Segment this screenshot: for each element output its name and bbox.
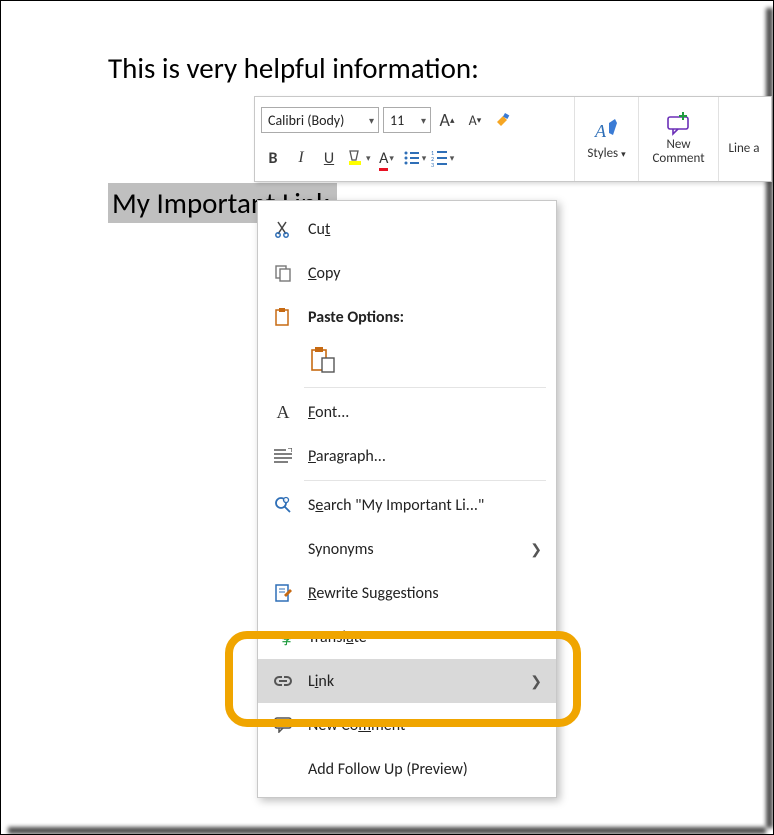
bold-button[interactable]: B (261, 144, 285, 172)
search-icon: i (272, 496, 294, 514)
link-icon (272, 674, 294, 688)
styles-button[interactable]: A Styles ▾ (575, 97, 639, 181)
numbering-button[interactable]: 123▾ (431, 144, 455, 172)
cut-icon (272, 220, 294, 238)
menu-search[interactable]: i Search "My Important Li..." (258, 483, 556, 527)
italic-button[interactable]: I (289, 144, 313, 172)
new-comment-button[interactable]: NewComment (639, 97, 719, 181)
font-name-select[interactable]: Calibri (Body) ▾ (261, 107, 379, 133)
menu-synonyms[interactable]: Synonyms ❯ (258, 527, 556, 571)
chevron-down-icon: ▾ (421, 114, 426, 127)
comment-icon (665, 112, 693, 136)
format-painter-button[interactable] (491, 106, 515, 134)
paste-keep-source-button[interactable] (306, 343, 340, 377)
menu-copy[interactable]: Copy (258, 251, 556, 295)
menu-copy-label: Copy (308, 264, 341, 283)
paste-options-row (258, 339, 556, 385)
paste-icon (272, 307, 294, 327)
menu-translate-label: Translate (308, 628, 367, 647)
svg-text:字: 字 (282, 635, 291, 646)
font-size-select[interactable]: 11 ▾ (383, 107, 431, 133)
underline-button[interactable]: U (317, 144, 341, 172)
increase-font-button[interactable]: A▴ (435, 106, 459, 134)
styles-icon: A (593, 117, 621, 145)
rewrite-icon (272, 583, 294, 603)
chevron-right-icon: ❯ (530, 541, 542, 558)
font-icon: A (272, 402, 294, 423)
styles-label: Styles (587, 146, 618, 161)
line-a-label: Line a (729, 122, 760, 156)
comment-icon (272, 717, 294, 733)
menu-follow-up-label: Add Follow Up (Preview) (308, 760, 468, 779)
line-action-button[interactable]: Line a (719, 97, 769, 181)
svg-text:3: 3 (431, 161, 434, 167)
svg-text:i: i (285, 499, 286, 504)
svg-text:a: a (274, 630, 278, 641)
menu-paragraph[interactable]: Paragraph... (258, 434, 556, 478)
chevron-down-icon: ▾ (369, 114, 374, 127)
font-size-value: 11 (390, 112, 404, 129)
translate-icon: a字 (272, 628, 294, 646)
decrease-font-button[interactable]: A▾ (463, 106, 487, 134)
menu-translate[interactable]: a字 Translate (258, 615, 556, 659)
menu-link-label: Link (308, 672, 334, 691)
font-name-value: Calibri (Body) (268, 112, 344, 129)
bullets-button[interactable]: ▾ (403, 144, 427, 172)
menu-search-label: Search "My Important Li..." (308, 496, 484, 515)
menu-synonyms-label: Synonyms (308, 540, 374, 559)
menu-font-label: Font... (308, 403, 349, 422)
menu-rewrite-label: Rewrite Suggestions (308, 584, 439, 603)
menu-new-comment-label: New Comment (308, 716, 405, 735)
menu-paragraph-label: Paragraph... (308, 447, 386, 466)
paragraph-icon (272, 448, 294, 464)
menu-link[interactable]: Link ❯ (258, 659, 556, 703)
document-intro-text: This is very helpful information: (108, 50, 479, 86)
paste-options-label: Paste Options: (308, 308, 404, 327)
svg-text:A: A (594, 121, 607, 141)
menu-separator (304, 480, 546, 481)
menu-cut[interactable]: Cut (258, 207, 556, 251)
menu-cut-label: Cut (308, 220, 330, 239)
chevron-right-icon: ❯ (530, 673, 542, 690)
menu-paste-options-header: Paste Options: (258, 295, 556, 339)
mini-toolbar: Calibri (Body) ▾ 11 ▾ A▴ A▾ B I U ▾ (254, 96, 772, 182)
menu-new-comment[interactable]: New Comment (258, 703, 556, 747)
font-color-button[interactable]: A▾ (375, 144, 399, 172)
context-menu: Cut Copy Paste Options: A Font... Paragr… (257, 200, 557, 798)
highlight-button[interactable]: ▾ (345, 144, 371, 172)
menu-rewrite[interactable]: Rewrite Suggestions (258, 571, 556, 615)
menu-follow-up[interactable]: Add Follow Up (Preview) (258, 747, 556, 791)
menu-font[interactable]: A Font... (258, 390, 556, 434)
copy-icon (272, 264, 294, 282)
menu-separator (304, 387, 546, 388)
